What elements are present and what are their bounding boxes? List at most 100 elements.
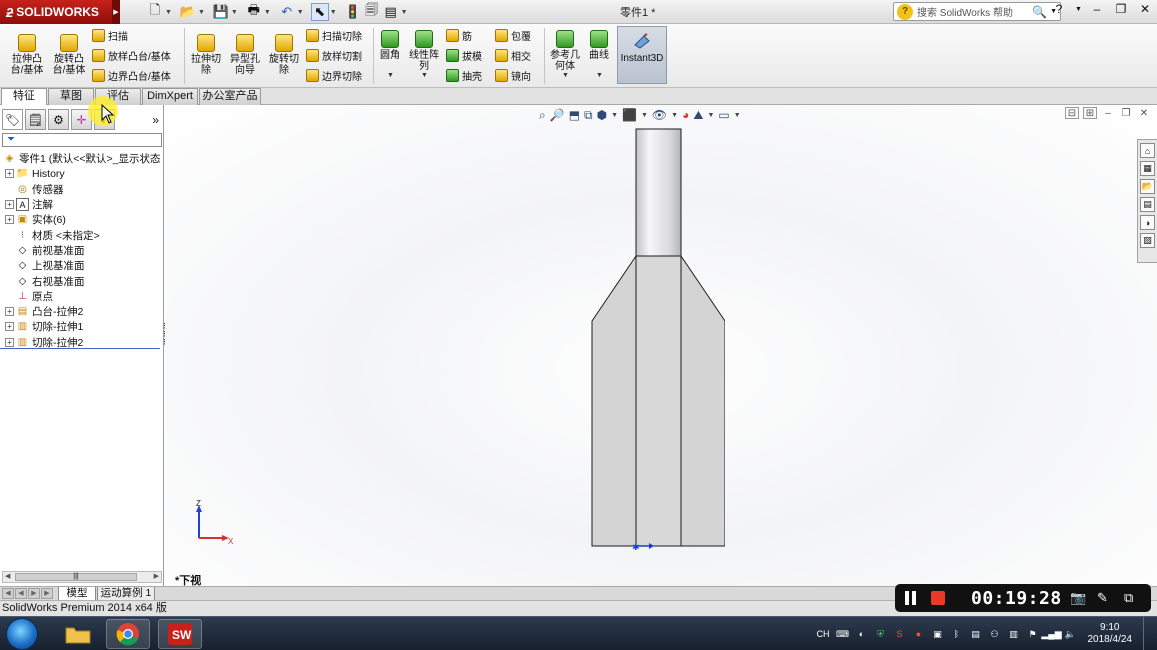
network-device-icon[interactable]: ▤ xyxy=(970,628,982,640)
first-tab-icon[interactable]: ◀ xyxy=(2,588,14,599)
zoom-to-fit-icon[interactable]: ⌕ xyxy=(539,108,546,123)
scene-caret-icon[interactable]: ▼ xyxy=(707,112,714,119)
ref-geometry-caret-icon[interactable]: ▼ xyxy=(562,72,569,79)
security-shield-icon[interactable]: ⛨ xyxy=(875,628,887,640)
print-caret-icon[interactable]: ▼ xyxy=(264,9,271,16)
help-search-placeholder[interactable]: 搜索 SolidWorks 帮助 xyxy=(917,4,1032,19)
tree-item[interactable]: ◇ 前视基准面 xyxy=(0,243,164,258)
zoom-to-area-icon[interactable]: 🔎 xyxy=(550,108,565,122)
options-caret-icon[interactable]: ▼ xyxy=(401,9,408,16)
tab-sketch[interactable]: 草图 xyxy=(48,88,94,105)
keyboard-icon[interactable]: ⌨ xyxy=(836,628,849,640)
file-properties-icon[interactable]: 🗐 xyxy=(363,2,381,21)
new-document-icon[interactable]: 🗋 xyxy=(146,2,164,21)
appearances-icon[interactable]: ◑ xyxy=(1140,215,1155,230)
panel-horizontal-scrollbar[interactable]: ◀ ||| ▶ xyxy=(2,571,162,583)
expand-icon[interactable]: + xyxy=(5,215,14,225)
tree-root-part[interactable]: ◈ 零件1 (默认<<默认>_显示状态 xyxy=(0,151,164,166)
intersect-button[interactable]: 相交 xyxy=(495,48,531,63)
usb-icon[interactable]: ⚇ xyxy=(989,628,1001,640)
loft-cut-button[interactable]: 放样切割 xyxy=(306,48,362,63)
undo-caret-icon[interactable]: ▼ xyxy=(297,9,304,16)
tree-item[interactable]: + 📁 History xyxy=(0,166,164,181)
extrude-cut-button[interactable]: 拉伸切除 xyxy=(187,34,225,76)
sweep-button[interactable]: 扫描 xyxy=(92,28,128,43)
panel-more-icon[interactable]: » xyxy=(152,113,159,127)
start-button[interactable] xyxy=(6,618,38,650)
mirror-button[interactable]: 镜向 xyxy=(495,68,531,83)
viewport-minimize-icon[interactable]: – xyxy=(1101,107,1115,119)
help-icon[interactable]: ? xyxy=(1051,2,1067,16)
next-tab-icon[interactable]: ▶ xyxy=(28,588,40,599)
scroll-thumb[interactable]: ||| xyxy=(15,573,137,581)
design-library-icon[interactable]: ▦ xyxy=(1140,161,1155,176)
new-caret-icon[interactable]: ▼ xyxy=(165,9,172,16)
select-caret-icon[interactable]: ▼ xyxy=(330,9,337,16)
help-search-box[interactable]: ? 搜索 SolidWorks 帮助 🔍 ▼ xyxy=(893,2,1061,21)
taskbar-chrome[interactable] xyxy=(106,619,150,649)
tree-item[interactable]: + A 注解 xyxy=(0,197,164,212)
configuration-manager-icon[interactable]: ⚙ xyxy=(48,109,69,130)
tree-item[interactable]: ◇ 上视基准面 xyxy=(0,258,164,273)
prev-tab-icon[interactable]: ◀ xyxy=(15,588,27,599)
restore-icon[interactable]: ❐ xyxy=(1113,2,1129,16)
curves-caret-icon[interactable]: ▼ xyxy=(596,72,603,79)
tree-item[interactable]: ◇ 右视基准面 xyxy=(0,273,164,288)
view-orientation-icon[interactable]: ⬢ xyxy=(597,108,607,122)
apply-scene-icon[interactable]: ⛰ xyxy=(693,108,703,123)
hide-show-items-icon[interactable]: 👁 xyxy=(652,108,667,122)
bluetooth-icon[interactable]: ᛒ xyxy=(951,628,963,640)
tab-motion-study[interactable]: 运动算例 1 xyxy=(97,587,155,601)
expand-icon[interactable]: + xyxy=(5,337,14,347)
graphics-area[interactable]: ⌕ 🔎 ⬒ ⧉ ⬢ ▼ ⬛ ▼ 👁 ▼ ◕ ⛰ ▼ ▭ ▼ ⊟ ⊞ – ❐ ✕ ⌂ ▦ 📂… xyxy=(165,105,1157,587)
minimize-icon[interactable]: – xyxy=(1089,2,1105,16)
tab-dimxpert[interactable]: DimXpert xyxy=(142,88,198,105)
view-settings-caret-icon[interactable]: ▼ xyxy=(734,112,741,119)
taskbar-clock[interactable]: 9:10 2018/4/24 xyxy=(1088,622,1133,646)
save-icon[interactable]: 💾 xyxy=(212,3,230,21)
scroll-left-icon[interactable]: ◀ xyxy=(5,572,10,580)
expand-icon[interactable]: + xyxy=(5,307,14,317)
recorder-tray-icon[interactable]: ● xyxy=(913,628,925,640)
solidworks-tray-icon[interactable]: S xyxy=(894,628,906,640)
hole-wizard-button[interactable]: 异型孔向导 xyxy=(226,34,264,76)
camera-icon[interactable]: 📷 xyxy=(1070,590,1086,606)
custom-properties-icon[interactable]: ▧ xyxy=(1140,233,1155,248)
extrude-boss-button[interactable]: 拉伸凸台/基体 xyxy=(6,34,48,76)
loft-boss-button[interactable]: 放样凸台/基体 xyxy=(92,48,171,63)
solidworks-logo[interactable]: ƻ SOLIDWORKS xyxy=(0,0,112,24)
rollback-bar[interactable] xyxy=(0,348,160,349)
boundary-boss-button[interactable]: 边界凸台/基体 xyxy=(92,68,171,83)
display-tray-icon[interactable]: ▣ xyxy=(932,628,944,640)
tray-app-icon[interactable]: ▥ xyxy=(1008,628,1020,640)
tree-item[interactable]: ⊥ 原点 xyxy=(0,289,164,304)
viewport-tile2-icon[interactable]: ⊞ xyxy=(1083,107,1097,119)
open-folder-icon[interactable]: 📂 xyxy=(179,3,197,21)
reference-geometry-button[interactable]: 参考几何体 xyxy=(547,30,583,72)
sw-resources-icon[interactable]: ⌂ xyxy=(1140,143,1155,158)
input-method-icon[interactable]: ◐ xyxy=(856,628,868,640)
show-desktop-button[interactable] xyxy=(1143,617,1151,650)
wrap-button[interactable]: 包覆 xyxy=(495,28,531,43)
save-caret-icon[interactable]: ▼ xyxy=(231,9,238,16)
sweep-cut-button[interactable]: 扫描切除 xyxy=(306,28,362,43)
rebuild-icon[interactable]: 🚦 xyxy=(344,3,362,21)
search-icon[interactable]: 🔍 xyxy=(1032,5,1047,19)
instant3d-button[interactable]: Instant3D xyxy=(617,26,667,84)
fillet-caret-icon[interactable]: ▼ xyxy=(387,72,394,79)
draft-button[interactable]: 拔模 xyxy=(446,48,482,63)
expand-icon[interactable]: + xyxy=(5,322,14,332)
help-caret-icon[interactable]: ▼ xyxy=(1075,6,1082,13)
tree-item[interactable]: ◎ 传感器 xyxy=(0,182,164,197)
popout-icon[interactable]: ⧉ xyxy=(1124,590,1133,606)
open-caret-icon[interactable]: ▼ xyxy=(198,9,205,16)
view-settings-icon[interactable]: ▭ xyxy=(718,108,729,122)
tree-item[interactable]: + ▤ 凸台-拉伸2 xyxy=(0,304,164,319)
edit-appearance-icon[interactable]: ◕ xyxy=(682,108,689,122)
linear-pattern-button[interactable]: 线性阵列 xyxy=(406,30,442,72)
menu-expand-icon[interactable]: ▶ xyxy=(112,0,120,24)
pause-icon[interactable] xyxy=(905,591,919,605)
options-icon[interactable]: ▤ xyxy=(382,3,400,21)
revolve-boss-button[interactable]: 旋转凸台/基体 xyxy=(48,34,90,76)
part-model-bottom-view[interactable]: ✱ xyxy=(585,125,725,555)
